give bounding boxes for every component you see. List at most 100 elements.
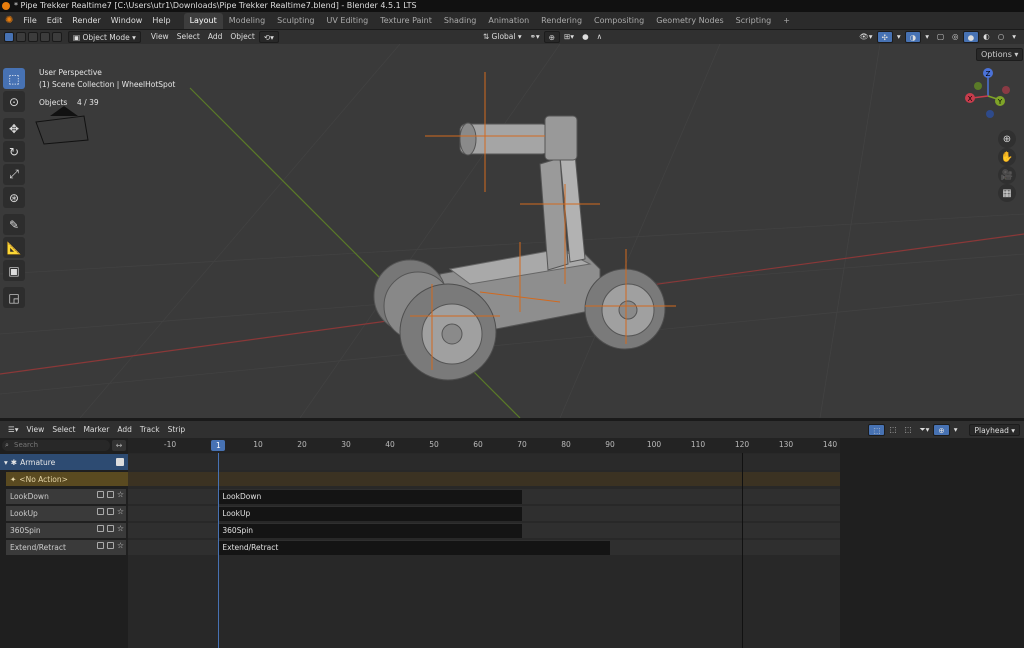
overlay-dropdown-icon[interactable]: ▾ xyxy=(921,31,933,43)
nla-strip[interactable]: 360Spin xyxy=(218,524,522,538)
editor-type-icon[interactable]: ☰▾ xyxy=(4,424,23,436)
nla-menu-add[interactable]: Add xyxy=(113,424,136,436)
transform-tool-icon[interactable]: ⊛ xyxy=(3,187,25,208)
rendered-shading-icon[interactable]: ○ xyxy=(994,31,1009,43)
snap-target-icon[interactable]: ⊞▾ xyxy=(560,31,578,43)
nla-menu-marker[interactable]: Marker xyxy=(79,424,113,436)
rotate-tool-icon[interactable]: ↻ xyxy=(3,141,25,162)
xray-icon[interactable]: ▢ xyxy=(933,31,948,43)
add-workspace-button[interactable]: + xyxy=(777,13,796,29)
snapping-icon[interactable]: ⊕ xyxy=(933,423,950,436)
wireframe-shading-icon[interactable]: ◎ xyxy=(948,31,963,43)
frame-ruler[interactable]: -10 10 20 30 40 50 60 70 80 90 100 110 120 130 140 xyxy=(128,438,840,453)
camera-view-icon[interactable]: 🎥 xyxy=(998,166,1016,184)
show-hidden-icon[interactable]: ⬚ xyxy=(901,424,916,436)
filter-icon[interactable]: ⏷▾ xyxy=(916,424,934,436)
nla-menu-view[interactable]: View xyxy=(23,424,49,436)
track-lookdown[interactable]: LookDown ☆ xyxy=(6,489,126,504)
solo-checkbox[interactable] xyxy=(96,508,104,515)
armature-checkbox[interactable] xyxy=(116,458,124,466)
nla-menu-track[interactable]: Track xyxy=(136,424,164,436)
orientation-dropdown[interactable]: ⇅ Global ▾ xyxy=(479,31,526,43)
lock-icon[interactable] xyxy=(106,508,114,515)
snap-to-dropdown[interactable]: Playhead ▾ xyxy=(969,423,1020,436)
tab-sculpting[interactable]: Sculpting xyxy=(271,13,320,29)
track-lookup[interactable]: LookUp ☆ xyxy=(6,506,126,521)
tab-scripting[interactable]: Scripting xyxy=(730,13,778,29)
star-icon[interactable]: ☆ xyxy=(117,542,124,550)
menu-view[interactable]: View xyxy=(147,31,173,43)
menu-help[interactable]: Help xyxy=(147,12,175,30)
menu-edit[interactable]: Edit xyxy=(42,12,68,30)
snap-icon[interactable]: ⊕ xyxy=(543,31,560,43)
only-selected-icon[interactable]: ⬚ xyxy=(885,424,900,436)
menu-object[interactable]: Object xyxy=(226,31,258,43)
nla-strip[interactable]: LookDown xyxy=(218,490,522,504)
cursor-tool-icon[interactable]: ⊙ xyxy=(3,91,25,112)
menu-select[interactable]: Select xyxy=(173,31,204,43)
current-frame-indicator[interactable]: 1 xyxy=(211,440,226,451)
move-tool-icon[interactable]: ✥ xyxy=(3,118,25,139)
ortho-grid-icon[interactable]: ▦ xyxy=(998,184,1016,202)
menu-file[interactable]: File xyxy=(18,12,41,30)
track-extend-retract[interactable]: Extend/Retract ☆ xyxy=(6,540,126,555)
select-subtract-icon[interactable] xyxy=(28,32,38,42)
armature-channel[interactable]: ▾ ✱ Armature xyxy=(0,454,128,470)
object-options-icon[interactable]: ⟲▾ xyxy=(258,31,279,43)
star-icon[interactable]: ☆ xyxy=(117,508,124,516)
lock-icon[interactable] xyxy=(106,542,114,549)
measure-tool-icon[interactable]: 📐 xyxy=(3,237,25,258)
tab-uv-editing[interactable]: UV Editing xyxy=(321,13,375,29)
gizmo-dropdown-icon[interactable]: ▾ xyxy=(893,31,905,43)
pivot-icon[interactable]: ⚭▾ xyxy=(526,31,544,43)
3d-viewport[interactable]: User Perspective (1) Scene Collection | … xyxy=(0,44,1024,418)
star-icon[interactable]: ☆ xyxy=(117,491,124,499)
solo-checkbox[interactable] xyxy=(96,491,104,498)
gizmo-toggle-icon[interactable]: ✣ xyxy=(876,31,893,43)
tab-compositing[interactable]: Compositing xyxy=(588,13,650,29)
blender-menu-icon[interactable]: ✺ xyxy=(0,12,18,30)
scale-tool-icon[interactable]: ⤢ xyxy=(3,164,25,185)
select-extend-icon[interactable] xyxy=(16,32,26,42)
swap-icon[interactable]: ↔ xyxy=(112,440,126,451)
expand-icon[interactable]: ▾ xyxy=(4,458,8,467)
nla-menu-select[interactable]: Select xyxy=(48,424,79,436)
pan-hand-icon[interactable]: ✋ xyxy=(998,148,1016,166)
proportional-edit-icon[interactable]: ● xyxy=(578,31,593,43)
shading-options-icon[interactable]: ▾ xyxy=(1008,31,1020,43)
solo-checkbox[interactable] xyxy=(96,525,104,532)
track-360spin[interactable]: 360Spin ☆ xyxy=(6,523,126,538)
mode-dropdown[interactable]: ▣ Object Mode ▾ xyxy=(68,31,141,43)
tab-geometry-nodes[interactable]: Geometry Nodes xyxy=(650,13,729,29)
tab-texture-paint[interactable]: Texture Paint xyxy=(374,13,438,29)
annotate-tool-icon[interactable]: ✎ xyxy=(3,214,25,235)
tab-rendering[interactable]: Rendering xyxy=(535,13,588,29)
lock-icon[interactable] xyxy=(106,491,114,498)
tab-shading[interactable]: Shading xyxy=(438,13,483,29)
menu-add[interactable]: Add xyxy=(204,31,227,43)
falloff-icon[interactable]: ∧ xyxy=(593,31,607,43)
material-shading-icon[interactable]: ◐ xyxy=(979,31,994,43)
no-action-channel[interactable]: ✦ <No Action> xyxy=(6,472,128,486)
tab-animation[interactable]: Animation xyxy=(482,13,535,29)
overlay-toggle-icon[interactable]: ◑ xyxy=(904,31,922,43)
nla-strip[interactable]: LookUp xyxy=(218,507,522,521)
select-invert-icon[interactable] xyxy=(40,32,50,42)
zoom-icon[interactable]: ⊕ xyxy=(998,130,1016,148)
curve-tool-icon[interactable]: ◲ xyxy=(3,287,25,308)
visibility-icon[interactable]: 👁▾ xyxy=(855,31,876,43)
select-tool-icon[interactable]: ⬚ xyxy=(3,68,25,89)
tab-layout[interactable]: Layout xyxy=(183,12,223,29)
select-mode-icon[interactable]: ⬚ xyxy=(868,423,886,436)
search-input[interactable]: ⌕ Search xyxy=(2,440,110,451)
select-intersect-icon[interactable] xyxy=(52,32,62,42)
star-icon[interactable]: ☆ xyxy=(117,525,124,533)
menu-render[interactable]: Render xyxy=(67,12,105,30)
nla-strip-area[interactable]: -10 10 20 30 40 50 60 70 80 90 100 110 120 130 140 Loo… xyxy=(128,438,840,648)
add-cube-tool-icon[interactable]: ▣ xyxy=(3,260,25,281)
navigation-gizmo[interactable]: Z Y X xyxy=(960,64,1020,124)
nla-menu-strip[interactable]: Strip xyxy=(164,424,190,436)
solo-checkbox[interactable] xyxy=(96,542,104,549)
lock-icon[interactable] xyxy=(106,525,114,532)
snapping-dropdown-icon[interactable]: ▾ xyxy=(950,424,962,436)
